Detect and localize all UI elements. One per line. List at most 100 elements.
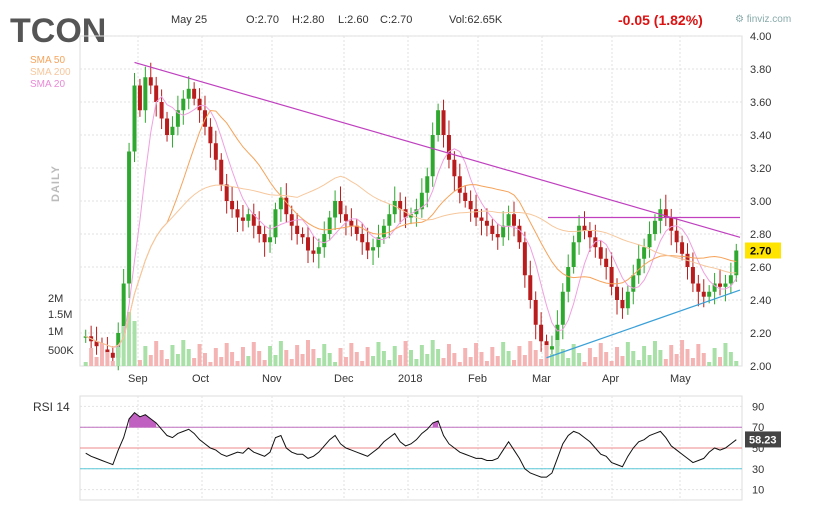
- volume-bar: [365, 347, 370, 366]
- volume-bar: [224, 343, 229, 366]
- volume-bar: [566, 358, 571, 366]
- volume-bar: [474, 343, 479, 366]
- candle-body: [371, 247, 376, 251]
- volume-bar: [105, 352, 110, 366]
- candle-body: [587, 230, 592, 238]
- candle-body: [490, 225, 495, 234]
- x-tick-label: Dec: [334, 373, 354, 385]
- volume-bar: [208, 362, 213, 366]
- volume-bar: [295, 345, 300, 366]
- candle-body: [484, 220, 489, 226]
- volume-bar: [235, 361, 240, 366]
- candle-body: [701, 291, 706, 297]
- volume-bar: [116, 347, 121, 366]
- candle-body: [642, 247, 647, 259]
- candle-body: [381, 225, 386, 238]
- candle-body: [533, 300, 538, 325]
- volume-bar: [186, 349, 191, 366]
- volume-bar: [137, 360, 142, 366]
- candle-body: [181, 98, 186, 111]
- candle-body: [539, 324, 544, 342]
- x-tick-label: Mar: [532, 373, 551, 385]
- volume-bar: [197, 344, 202, 366]
- candle-body: [132, 85, 137, 152]
- rsi-tick-label: 10: [752, 485, 764, 497]
- volume-bar: [300, 354, 305, 366]
- candle-body: [495, 234, 500, 238]
- candle-body: [295, 225, 300, 234]
- candle-body: [240, 217, 245, 221]
- volume-tick-label: 2M: [48, 293, 63, 305]
- volume-bar: [376, 342, 381, 366]
- candle-body: [501, 225, 506, 238]
- volume-bar: [202, 353, 207, 366]
- volume-bar: [387, 360, 392, 366]
- volume-bar: [620, 356, 625, 366]
- volume-bar: [593, 357, 598, 366]
- volume-bar: [333, 362, 338, 366]
- candle-body: [110, 352, 115, 358]
- volume-bar: [512, 360, 517, 366]
- y-tick-label: 2.80: [750, 229, 771, 241]
- volume-bar: [289, 359, 294, 366]
- candle-body: [213, 143, 218, 160]
- candle-body: [625, 291, 630, 309]
- candle-body: [300, 234, 305, 238]
- volume-bar: [127, 312, 132, 366]
- volume-bar: [723, 343, 728, 366]
- candle-body: [560, 291, 565, 325]
- x-tick-label: Oct: [192, 373, 209, 385]
- volume-bar: [647, 355, 652, 366]
- volume-tick-label: 1.5M: [48, 309, 72, 321]
- volume-tick-label: 500K: [48, 345, 74, 357]
- volume-bar: [712, 348, 717, 366]
- candle-body: [268, 237, 273, 243]
- volume-bar: [441, 358, 446, 366]
- candle-body: [392, 201, 397, 215]
- volume-bar: [398, 355, 403, 366]
- candle-body: [235, 209, 240, 218]
- candle-body: [338, 201, 343, 215]
- x-tick-label: Sep: [128, 373, 148, 385]
- volume-bar: [457, 362, 462, 366]
- volume-bar: [425, 354, 430, 366]
- x-tick-label: 2018: [398, 373, 422, 385]
- volume-bar: [544, 345, 549, 366]
- candle-body: [224, 184, 229, 201]
- candle-body: [441, 110, 446, 135]
- candle-body: [577, 225, 582, 243]
- candle-body: [289, 214, 294, 226]
- y-tick-label: 2.40: [750, 295, 771, 307]
- volume-bar: [669, 345, 674, 366]
- volume-bar: [517, 346, 522, 366]
- volume-bar: [94, 357, 99, 366]
- candle-body: [615, 286, 620, 300]
- volume-bar: [663, 359, 668, 366]
- candle-body: [669, 217, 674, 231]
- candle-body: [474, 209, 479, 218]
- volume-bar: [349, 343, 354, 366]
- y-tick-label: 2.00: [750, 361, 771, 373]
- volume-bar: [284, 350, 289, 366]
- volume-bar: [192, 358, 197, 366]
- candle-body: [327, 217, 332, 234]
- volume-bar: [132, 321, 137, 366]
- volume-bar: [506, 351, 511, 366]
- candle-body: [387, 214, 392, 226]
- volume-bar: [430, 340, 435, 366]
- volume-bar: [680, 340, 685, 366]
- candle-body: [734, 250, 739, 276]
- volume-bar: [170, 345, 175, 366]
- candle-body: [690, 267, 695, 284]
- volume-bar: [360, 361, 365, 366]
- volume-bar: [89, 348, 94, 366]
- candle-body: [137, 85, 142, 111]
- candle-body: [186, 88, 191, 99]
- volume-bar: [604, 352, 609, 366]
- volume-bar: [311, 349, 316, 366]
- candle-body: [620, 300, 625, 309]
- volume-bar: [452, 353, 457, 366]
- volume-bar: [419, 345, 424, 366]
- candle-body: [582, 225, 587, 231]
- price-chart: 4.00 3.80 3.60 3.40 3.20 3.00 2.80 2.60 2.40 2.20…: [48, 31, 781, 501]
